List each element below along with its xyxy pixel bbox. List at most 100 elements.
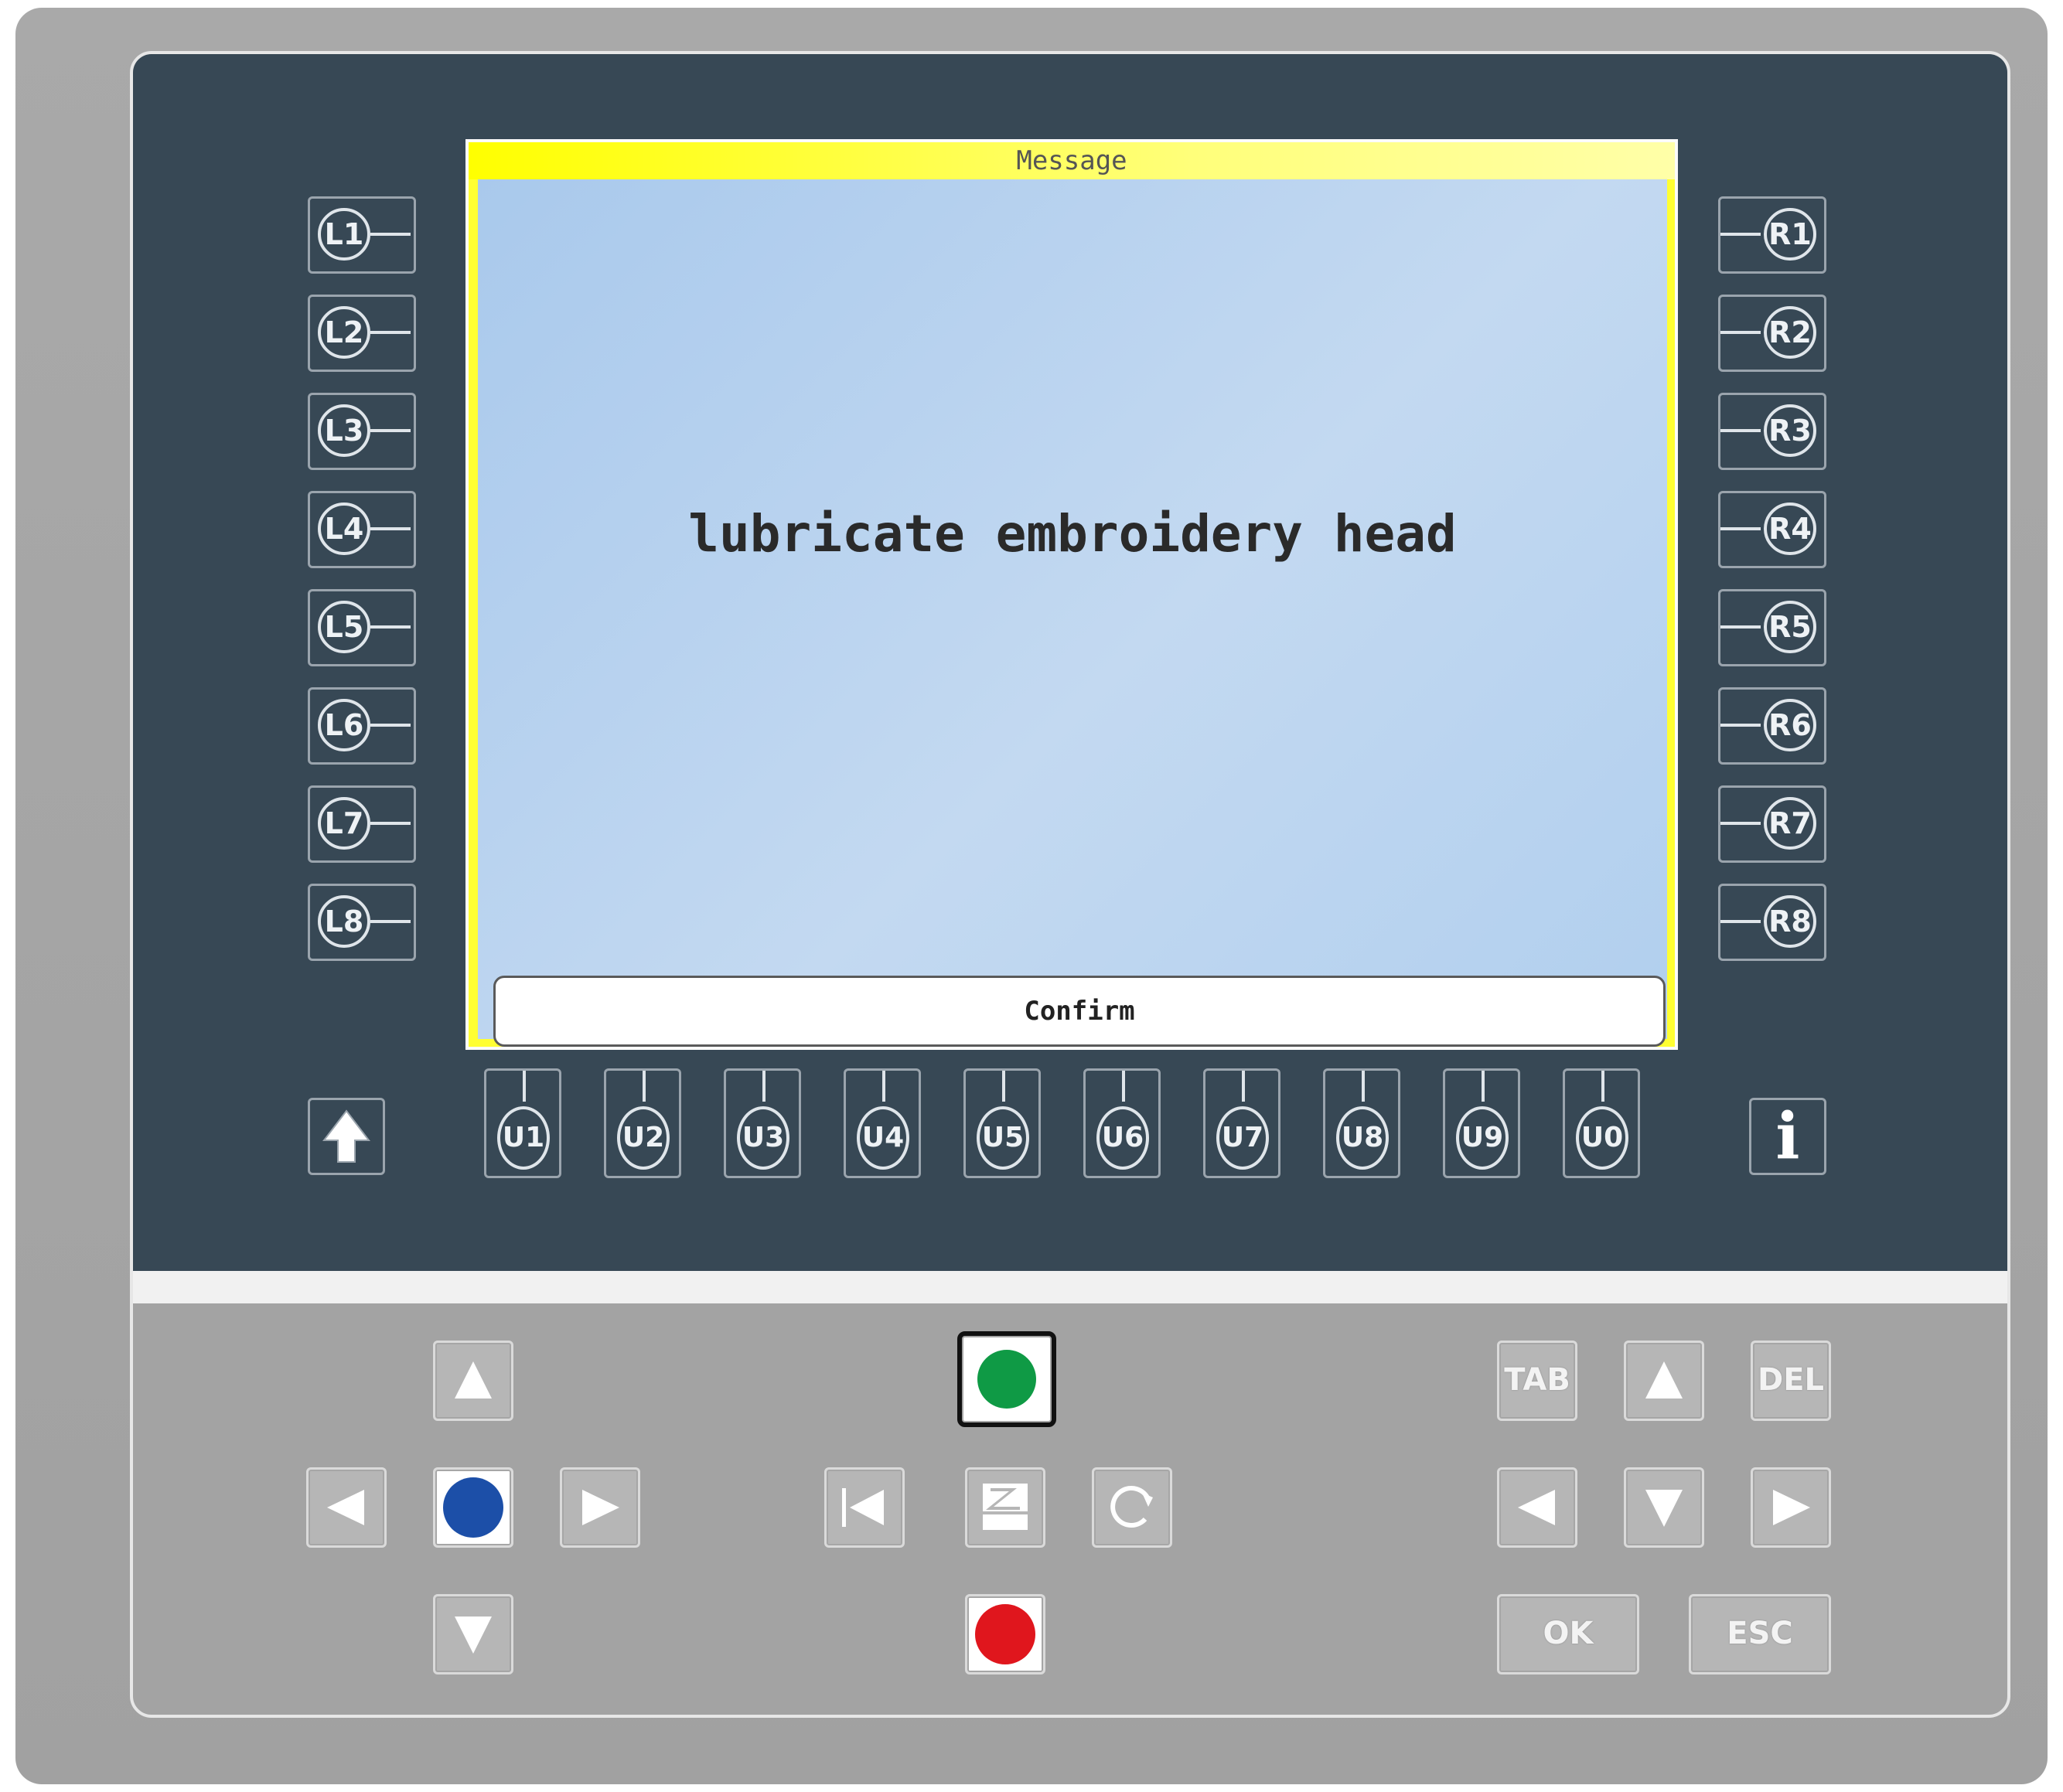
- softkey-l6[interactable]: L6: [308, 687, 416, 765]
- softkey-r1[interactable]: R1: [1718, 196, 1826, 274]
- tab-button[interactable]: TAB: [1497, 1341, 1577, 1421]
- esc-label: ESC: [1727, 1616, 1793, 1651]
- softkey-label: L4: [318, 503, 370, 555]
- control-panel: Message lubricate embroidery head Confir…: [130, 51, 2010, 1718]
- ukey-u2[interactable]: U2: [604, 1068, 681, 1178]
- cursor-down-button[interactable]: [1624, 1467, 1704, 1548]
- softkey-label: L8: [318, 895, 370, 948]
- ukey-label: U1: [497, 1106, 550, 1170]
- triangle-right-icon: [582, 1490, 619, 1525]
- ok-button[interactable]: OK: [1497, 1594, 1639, 1674]
- softkey-l8[interactable]: L8: [308, 884, 416, 961]
- first-button[interactable]: [824, 1467, 905, 1548]
- ukey-label: U6: [1096, 1106, 1149, 1170]
- ukey-u8[interactable]: U8: [1323, 1068, 1400, 1178]
- triangle-left-icon: [327, 1490, 364, 1525]
- ukey-u7[interactable]: U7: [1203, 1068, 1280, 1178]
- control-panel-housing: Message lubricate embroidery head Confir…: [15, 8, 2048, 1784]
- divider-stripe: [133, 1271, 2007, 1303]
- softkey-l2[interactable]: L2: [308, 295, 416, 372]
- ukey-label: U4: [857, 1106, 909, 1170]
- ukey-label: U2: [617, 1106, 670, 1170]
- softkey-label: R5: [1764, 601, 1816, 653]
- ukey-label: U0: [1576, 1106, 1628, 1170]
- softkey-l3[interactable]: L3: [308, 393, 416, 470]
- del-button[interactable]: DEL: [1751, 1341, 1831, 1421]
- triangle-down-icon: [1645, 1490, 1683, 1527]
- red-stop-icon: [975, 1604, 1035, 1664]
- cursor-up-button[interactable]: [1624, 1341, 1704, 1421]
- ukey-u3[interactable]: U3: [724, 1068, 801, 1178]
- rotate-button[interactable]: [1092, 1467, 1172, 1548]
- triangle-right-icon: [1773, 1490, 1810, 1525]
- green-start-icon: [977, 1350, 1036, 1409]
- softkey-label: L1: [318, 208, 370, 261]
- nav-left-button[interactable]: [306, 1467, 387, 1548]
- softkey-label: L3: [318, 404, 370, 457]
- del-label: DEL: [1757, 1362, 1824, 1398]
- message-text: lubricate embroidery head: [688, 504, 1457, 564]
- arrow-up-icon: [322, 1109, 371, 1163]
- ukey-label: U9: [1456, 1106, 1509, 1170]
- blue-button[interactable]: [433, 1467, 513, 1548]
- softkey-l5[interactable]: L5: [308, 589, 416, 666]
- softkey-l4[interactable]: L4: [308, 491, 416, 568]
- info-icon: i: [1775, 1099, 1800, 1174]
- triangle-up-icon: [455, 1361, 492, 1399]
- zsk-button[interactable]: [965, 1467, 1045, 1548]
- nav-down-button[interactable]: [433, 1594, 513, 1674]
- rotate-icon: [1110, 1485, 1153, 1528]
- ok-label: OK: [1543, 1616, 1594, 1651]
- esc-button[interactable]: ESC: [1689, 1594, 1831, 1674]
- ukey-label: U8: [1336, 1106, 1389, 1170]
- zsk-logo-icon: [983, 1484, 1028, 1530]
- softkey-r3[interactable]: R3: [1718, 393, 1826, 470]
- softkey-label: L7: [318, 797, 370, 850]
- softkey-r7[interactable]: R7: [1718, 785, 1826, 863]
- nav-up-button[interactable]: [433, 1341, 513, 1421]
- stop-button[interactable]: [965, 1594, 1045, 1674]
- softkey-label: L5: [318, 601, 370, 653]
- softkey-r2[interactable]: R2: [1718, 295, 1826, 372]
- ukey-label: U3: [737, 1106, 789, 1170]
- ukey-u5[interactable]: U5: [963, 1068, 1041, 1178]
- shift-key[interactable]: [308, 1098, 385, 1175]
- nav-right-button[interactable]: [560, 1467, 640, 1548]
- message-screen: Message lubricate embroidery head Confir…: [465, 139, 1678, 1050]
- triangle-left-icon: [1518, 1490, 1555, 1525]
- softkey-label: L6: [318, 699, 370, 751]
- ukey-u1[interactable]: U1: [484, 1068, 561, 1178]
- cursor-right-button[interactable]: [1751, 1467, 1831, 1548]
- display-area: Message lubricate embroidery head Confir…: [133, 54, 2007, 1271]
- screen-title: Message: [469, 142, 1675, 179]
- ukey-u4[interactable]: U4: [844, 1068, 921, 1178]
- start-button[interactable]: [957, 1331, 1056, 1427]
- confirm-button[interactable]: Confirm: [493, 976, 1666, 1047]
- softkey-r5[interactable]: R5: [1718, 589, 1826, 666]
- ukey-label: U7: [1216, 1106, 1269, 1170]
- softkey-r4[interactable]: R4: [1718, 491, 1826, 568]
- triangle-down-icon: [455, 1617, 492, 1654]
- tab-label: TAB: [1504, 1362, 1570, 1398]
- softkey-label: L2: [318, 306, 370, 359]
- softkey-l7[interactable]: L7: [308, 785, 416, 863]
- softkey-label: R4: [1764, 503, 1816, 555]
- softkey-l1[interactable]: L1: [308, 196, 416, 274]
- screen-body: lubricate embroidery head Confirm: [478, 179, 1667, 1047]
- ukey-u9[interactable]: U9: [1443, 1068, 1520, 1178]
- softkey-label: R2: [1764, 306, 1816, 359]
- ukey-label: U5: [977, 1106, 1029, 1170]
- cursor-left-button[interactable]: [1497, 1467, 1577, 1548]
- softkey-label: R3: [1764, 404, 1816, 457]
- info-key[interactable]: i: [1749, 1098, 1826, 1175]
- softkey-label: R8: [1764, 895, 1816, 948]
- blue-dot-icon: [443, 1477, 503, 1538]
- triangle-up-icon: [1645, 1361, 1683, 1399]
- softkey-label: R7: [1764, 797, 1816, 850]
- ukey-u0[interactable]: U0: [1563, 1068, 1640, 1178]
- softkey-r8[interactable]: R8: [1718, 884, 1826, 961]
- softkey-r6[interactable]: R6: [1718, 687, 1826, 765]
- softkey-label: R6: [1764, 699, 1816, 751]
- skip-to-start-icon: [842, 1488, 884, 1527]
- ukey-u6[interactable]: U6: [1083, 1068, 1161, 1178]
